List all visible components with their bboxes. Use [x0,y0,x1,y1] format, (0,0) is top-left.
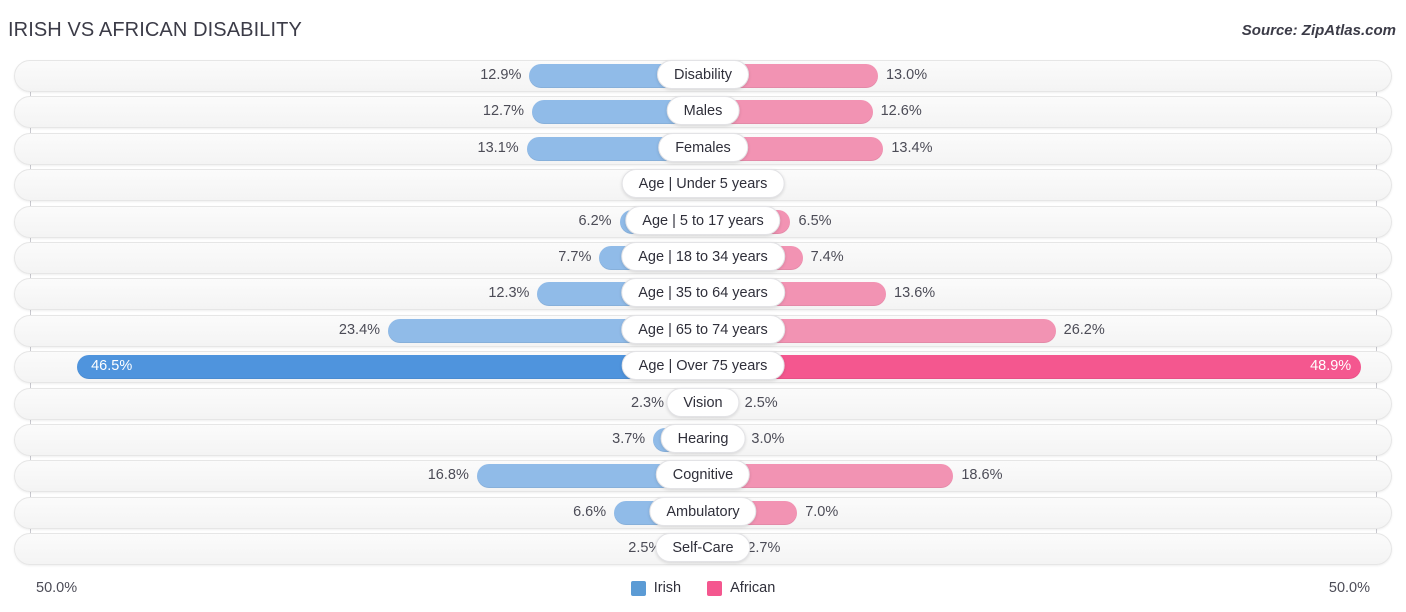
table-row[interactable]: 3.7% 3.0% Hearing [0,422,1406,458]
table-row[interactable]: 2.5% 2.7% Self-Care [0,531,1406,567]
value-label-african: 13.4% [891,139,933,156]
value-label-african: 13.6% [894,285,936,302]
table-row[interactable]: 12.7% 12.6% Males [0,94,1406,130]
table-row[interactable]: 2.3% 2.5% Vision [0,386,1406,422]
value-label-irish: 2.5% [628,540,662,557]
value-label-irish: 23.4% [338,321,381,338]
source-attribution: Source: ZipAtlas.com [1241,22,1396,39]
category-label: Age | 5 to 17 years [625,205,781,235]
bar-african[interactable] [703,355,1362,380]
chart-plot-area: 12.9% 13.0% Disability 12.7% 12.6% Males 13.1%… [0,58,1406,570]
table-row[interactable]: 7.7% 7.4% Age | 18 to 34 years [0,240,1406,276]
category-label: Hearing [660,423,746,453]
value-label-african: 7.4% [810,248,844,265]
chart-header: IRISH VS AFRICAN DISABILITY Source: ZipA… [0,0,1406,58]
value-label-irish: 6.6% [573,503,607,520]
value-label-african: 12.6% [880,103,922,120]
bar-irish[interactable] [77,355,703,380]
bar-rows-container: 12.9% 13.0% Disability 12.7% 12.6% Males 13.1%… [0,58,1406,567]
value-label-irish: 13.1% [477,139,519,156]
category-label: Age | 35 to 64 years [621,278,785,308]
value-label-irish: 46.5% [91,358,133,375]
value-label-african: 6.5% [798,212,832,229]
chart-legend: Irish African [0,580,1406,596]
value-label-irish: 12.3% [488,285,530,302]
value-label-irish: 12.9% [480,67,522,83]
category-label: Ambulatory [649,496,757,526]
chart-footer: 50.0% 50.0% Irish African [0,570,1406,612]
value-label-irish: 6.2% [578,212,612,229]
value-label-african: 2.5% [744,394,778,411]
page-title: IRISH VS AFRICAN DISABILITY [8,19,302,41]
value-label-african: 13.0% [885,67,928,83]
table-row[interactable]: 6.6% 7.0% Ambulatory [0,495,1406,531]
table-row[interactable]: 16.8% 18.6% Cognitive [0,458,1406,494]
value-label-african: 7.0% [805,503,839,520]
table-row[interactable]: 12.3% 13.6% Age | 35 to 64 years [0,276,1406,312]
table-row[interactable]: 12.9% 13.0% Disability [0,58,1406,94]
value-label-african: 26.2% [1063,321,1105,338]
legend-item[interactable]: Irish [630,580,682,596]
value-label-irish: 2.3% [630,394,665,411]
legend-swatch-icon [630,580,646,596]
table-row[interactable]: 6.2% 6.5% Age | 5 to 17 years [0,204,1406,240]
legend-label: Irish [653,580,682,596]
value-label-african: 48.9% [1310,358,1352,375]
category-label: Self-Care [655,533,751,563]
value-label-irish: 16.8% [427,467,469,484]
category-label: Age | Under 5 years [621,169,785,199]
value-label-african: 2.7% [747,540,781,557]
category-label: Disability [656,60,750,89]
category-label: Females [658,132,748,162]
table-row[interactable]: 46.5% 48.9% Age | Over 75 years [0,349,1406,385]
chart-page: IRISH VS AFRICAN DISABILITY Source: ZipA… [0,0,1406,612]
category-label: Age | Over 75 years [621,351,785,381]
category-label: Vision [666,387,740,417]
legend-swatch-icon [707,580,723,596]
value-label-irish: 12.7% [482,103,525,120]
category-label: Age | 65 to 74 years [621,314,785,344]
table-row[interactable]: 13.1% 13.4% Females [0,131,1406,167]
table-row[interactable]: 23.4% 26.2% Age | 65 to 74 years [0,313,1406,349]
value-label-african: 18.6% [961,467,1003,484]
value-label-irish: 7.7% [558,248,592,265]
value-label-irish: 3.7% [612,430,646,447]
category-label: Cognitive [655,460,751,490]
value-label-african: 3.0% [751,430,785,447]
table-row[interactable]: 1.7%1.4%Age | Under 5 years [0,167,1406,203]
category-label: Males [666,96,740,126]
legend-item[interactable]: African [707,580,775,596]
legend-label: African [730,580,776,596]
category-label: Age | 18 to 34 years [621,241,785,271]
